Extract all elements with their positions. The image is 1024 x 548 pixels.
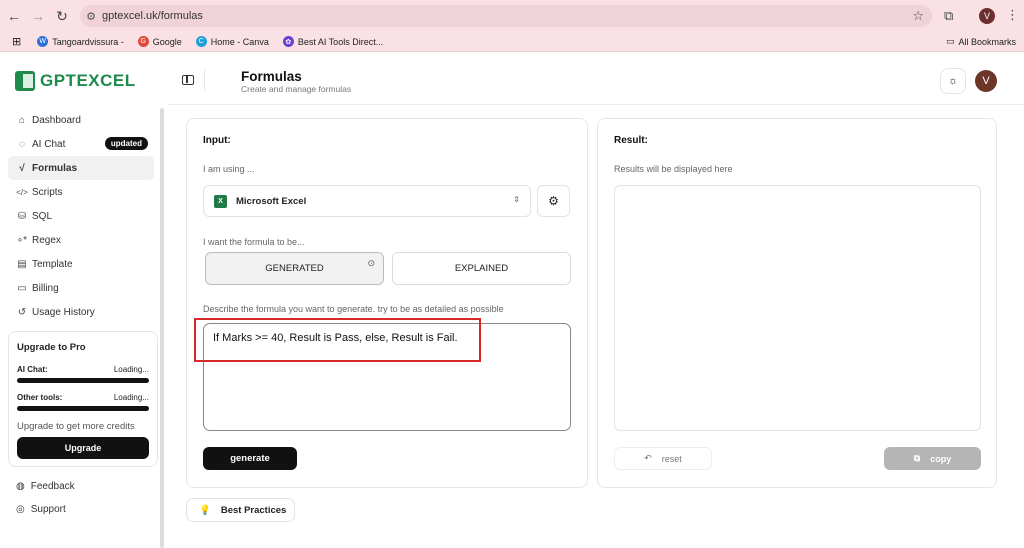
avatar[interactable]: V <box>975 70 997 92</box>
chat-icon: ◌ <box>19 138 25 150</box>
settings-gear-button[interactable]: ⚙ <box>537 185 570 217</box>
sidebar-nav: ⌂ Dashboard ◌ AI Chat updated √ Formulas </>… <box>8 108 154 324</box>
upgrade-card: Upgrade to Pro AI Chat: Loading... Other … <box>8 331 158 467</box>
upgrade-title: Upgrade to Pro <box>17 342 86 353</box>
url-text: gptexcel.uk/formulas <box>102 10 203 22</box>
support-link[interactable]: ◎ Support <box>16 504 66 515</box>
ai-chat-credits-label: AI Chat: <box>17 365 48 374</box>
gear-icon: ⚙ <box>548 194 559 208</box>
selected-check-icon: ⊙ <box>367 258 375 268</box>
result-card: Result: Results will be displayed here ↶… <box>597 118 997 488</box>
lightbulb-icon: 💡 <box>199 504 211 516</box>
ai-chat-credits-value: Loading... <box>113 365 149 374</box>
google-icon: G <box>137 36 149 47</box>
extensions-icon[interactable]: ⧉ <box>944 8 953 24</box>
regex-icon: ∘* <box>16 234 28 246</box>
bookmark-item[interactable]: C Home - Canva <box>195 36 269 47</box>
sidebar-scrollbar[interactable] <box>160 108 164 548</box>
sqrt-icon: √ <box>19 162 25 174</box>
logo-text: GPTEXCEL <box>40 71 136 90</box>
wordpress-icon: W <box>37 36 49 47</box>
sidebar-item-ai-chat[interactable]: ◌ AI Chat updated <box>8 132 154 156</box>
undo-icon: ↶ <box>644 453 652 463</box>
bookmark-star-icon[interactable]: ☆ <box>912 8 924 24</box>
logo[interactable]: GPTEXCEL <box>15 71 136 91</box>
template-icon: ▤ <box>17 258 27 270</box>
other-tools-credits-label: Other tools: <box>17 393 63 402</box>
sidebar-item-dashboard[interactable]: ⌂ Dashboard <box>8 108 154 132</box>
formula-mode-label: I want the formula to be... <box>203 237 305 247</box>
updated-badge: updated <box>104 137 148 150</box>
app-select-value: Microsoft Excel <box>236 195 307 207</box>
bookmark-item[interactable]: ✿ Best AI Tools Direct... <box>282 36 383 47</box>
browser-menu-icon[interactable]: ⋮ <box>1006 7 1019 23</box>
sidebar-item-formulas[interactable]: √ Formulas <box>8 156 154 180</box>
sidebar-item-regex[interactable]: ∘* Regex <box>8 228 154 252</box>
apps-grid-icon[interactable]: ⊞ <box>12 35 21 48</box>
reload-icon[interactable]: ↻ <box>52 6 72 26</box>
option-generated-button[interactable]: GENERATED ⊙ <box>205 252 384 285</box>
bookmarks-bar: ⊞ W Tangoardvissura - G Google C Home - Can… <box>0 32 1024 52</box>
ai-chat-credits-bar <box>17 378 149 383</box>
copy-button[interactable]: ⧉ copy <box>884 447 981 470</box>
browser-profile-avatar[interactable]: V <box>979 8 995 24</box>
folder-icon: ▭ <box>945 36 955 46</box>
support-icon: ◎ <box>16 504 25 515</box>
feedback-icon: ◍ <box>16 481 25 492</box>
sidebar: GPTEXCEL ⌂ Dashboard ◌ AI Chat updated √ For… <box>0 53 166 548</box>
reset-button[interactable]: ↶ reset <box>614 447 712 470</box>
database-icon: ⛁ <box>17 210 27 222</box>
theme-toggle-icon[interactable]: ☼ <box>940 68 966 94</box>
other-tools-credits-value: Loading... <box>113 393 149 402</box>
sidebar-item-billing[interactable]: ▭ Billing <box>8 276 154 300</box>
home-icon: ⌂ <box>18 114 26 126</box>
sidebar-item-scripts[interactable]: </> Scripts <box>8 180 154 204</box>
sidebar-toggle-icon[interactable] <box>182 75 194 85</box>
result-output-area <box>614 185 981 431</box>
result-title: Result: <box>614 135 648 146</box>
option-explained-button[interactable]: EXPLAINED <box>392 252 571 285</box>
generate-button[interactable]: generate <box>203 447 297 470</box>
site-info-icon[interactable]: ⚙ <box>80 10 102 23</box>
address-bar[interactable]: ⚙ gptexcel.uk/formulas ☆ <box>80 5 932 27</box>
sidebar-item-sql[interactable]: ⛁ SQL <box>8 204 154 228</box>
feedback-link[interactable]: ◍ Feedback <box>16 481 75 492</box>
header-divider <box>204 69 205 91</box>
all-bookmarks[interactable]: ▭ All Bookmarks <box>946 36 1016 47</box>
sidebar-item-template[interactable]: ▤ Template <box>8 252 154 276</box>
copy-icon: ⧉ <box>913 453 921 463</box>
history-icon: ↺ <box>17 306 27 318</box>
highlight-annotation-box <box>194 318 481 362</box>
ai-tools-icon: ✿ <box>282 36 294 47</box>
code-icon: </> <box>16 187 28 197</box>
page-title: Formulas <box>241 69 302 84</box>
bookmark-item[interactable]: G Google <box>137 36 182 47</box>
app-select[interactable]: X Microsoft Excel ⇕ <box>203 185 531 217</box>
upgrade-more-text: Upgrade to get more credits <box>17 421 135 432</box>
page-subtitle: Create and manage formulas <box>241 84 352 94</box>
back-icon[interactable]: ← <box>4 6 24 26</box>
bookmark-item[interactable]: W Tangoardvissura - <box>37 36 124 47</box>
other-tools-credits-bar <box>17 406 149 411</box>
page-header: Formulas Create and manage formulas ☼ V <box>168 53 1024 105</box>
describe-label: Describe the formula you want to generat… <box>203 304 504 314</box>
input-card: Input: I am using ... X Microsoft Excel … <box>186 118 588 488</box>
result-placeholder: Results will be displayed here <box>614 164 733 174</box>
input-title: Input: <box>203 135 231 146</box>
browser-toolbar: ← → ↻ ⚙ gptexcel.uk/formulas ☆ ⧉ V ⋮ <box>0 0 1024 32</box>
upgrade-button[interactable]: Upgrade <box>17 437 149 459</box>
excel-icon: X <box>214 194 227 208</box>
billing-icon: ▭ <box>17 282 27 294</box>
gptexcel-logo-icon <box>15 71 35 91</box>
sidebar-item-usage-history[interactable]: ↺ Usage History <box>8 300 154 324</box>
chevron-updown-icon: ⇕ <box>513 195 520 204</box>
forward-icon[interactable]: → <box>28 6 48 26</box>
canva-icon: C <box>195 36 207 47</box>
using-label: I am using ... <box>203 164 255 174</box>
best-practices-button[interactable]: 💡 Best Practices <box>186 498 295 522</box>
